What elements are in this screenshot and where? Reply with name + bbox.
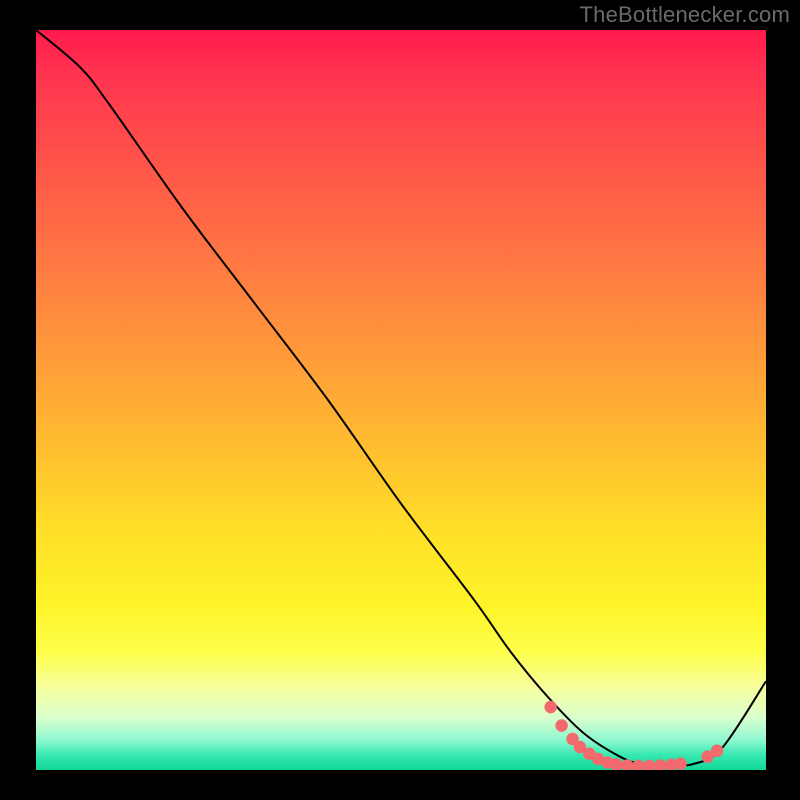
attribution-text: TheBottlenecker.com (580, 2, 790, 28)
plot-area (36, 30, 766, 770)
chart-svg (36, 30, 766, 770)
marker-dot (632, 760, 644, 770)
marker-dot (674, 757, 686, 770)
marker-dot (654, 759, 666, 770)
curve-path (36, 30, 766, 766)
marker-dot (555, 719, 567, 732)
marker-dot (643, 760, 655, 770)
marker-dot (544, 701, 556, 714)
marker-dot (711, 744, 723, 757)
marker-group (544, 701, 723, 770)
chart-frame: TheBottlenecker.com (0, 0, 800, 800)
